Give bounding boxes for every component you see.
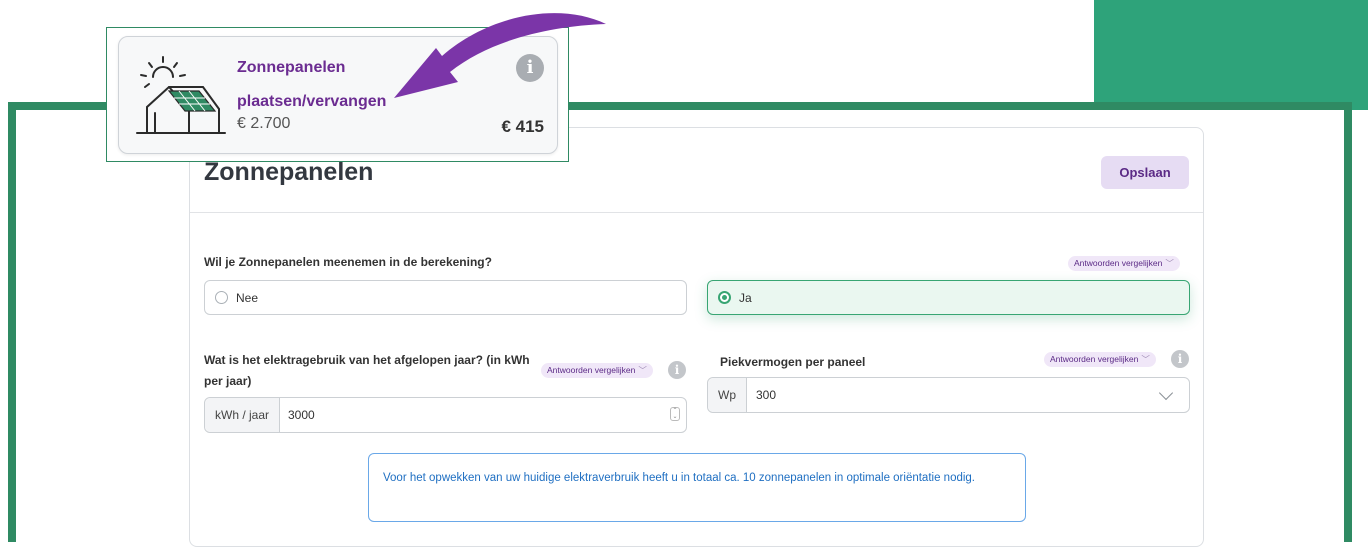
chevron-down-icon: ﹀ xyxy=(1141,354,1150,364)
electricity-usage-input[interactable]: kWh / jaar 3000 ⌃ ⌄ xyxy=(204,397,687,433)
page-title: Zonnepanelen xyxy=(204,158,374,186)
unit-addon: kWh / jaar xyxy=(205,398,281,432)
tile-amount: € 415 xyxy=(501,117,544,136)
compare-answers-toggle[interactable]: Antwoorden vergelijken ﹀ xyxy=(1044,352,1156,367)
solar-house-icon xyxy=(136,56,226,134)
radio-option-nee[interactable]: Nee xyxy=(204,280,687,315)
question-peak-power-label: Piekvermogen per paneel xyxy=(720,355,866,369)
question-electricity-usage-label: Wat is het elektragebruik van het afgelo… xyxy=(204,353,530,388)
chevron-down-icon: ﹀ xyxy=(638,365,647,375)
info-icon[interactable]: i xyxy=(668,361,686,379)
compare-answers-toggle[interactable]: Antwoorden vergelijken ﹀ xyxy=(541,363,653,378)
question-include-solar-label: Wil je Zonnepanelen meenemen in de berek… xyxy=(204,255,492,269)
radio-option-label: Nee xyxy=(236,291,259,305)
compare-answers-label: Antwoorden vergelijken xyxy=(1050,354,1139,364)
radio-option-ja[interactable]: Ja xyxy=(707,280,1190,315)
chevron-down-icon xyxy=(1158,385,1174,401)
green-corner-block xyxy=(1094,0,1368,110)
unit-addon: Wp xyxy=(708,378,747,412)
info-icon[interactable]: i xyxy=(1171,350,1189,368)
number-spinner-icon[interactable]: ⌃ ⌄ xyxy=(670,407,680,421)
compare-answers-toggle[interactable]: Antwoorden vergelijken ﹀ xyxy=(1068,256,1180,271)
tile-price: € 2.700 xyxy=(237,115,291,132)
chevron-down-icon: ﹀ xyxy=(1165,258,1174,268)
radio-option-label: Ja xyxy=(739,291,752,305)
radio-button-icon xyxy=(215,291,228,304)
compare-answers-label: Antwoorden vergelijken xyxy=(1074,258,1163,268)
peak-power-select[interactable]: Wp 300 xyxy=(707,377,1190,413)
purple-arrow-icon xyxy=(394,13,606,98)
peak-power-value: 300 xyxy=(756,388,777,402)
info-notice: Voor het opwekken van uw huidige elektra… xyxy=(368,453,1026,522)
compare-answers-label: Antwoorden vergelijken xyxy=(547,365,636,375)
radio-button-selected-icon xyxy=(718,291,731,304)
save-button[interactable]: Opslaan xyxy=(1101,156,1189,189)
electricity-usage-value[interactable]: 3000 xyxy=(288,398,315,432)
